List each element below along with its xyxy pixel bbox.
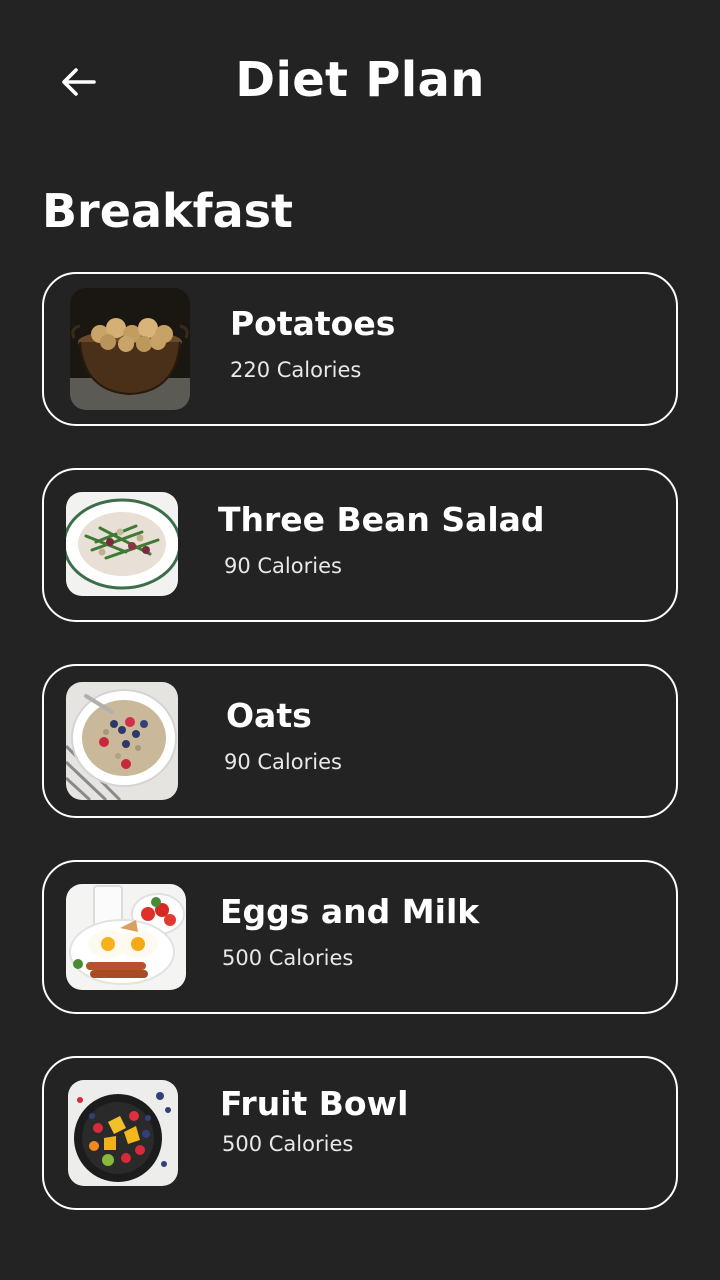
meal-calories: 90 Calories — [224, 554, 342, 578]
meal-card-oats[interactable]: Oats 90 Calories — [42, 664, 678, 818]
potatoes-photo — [70, 288, 190, 410]
meal-calories: 90 Calories — [224, 750, 342, 774]
meal-calories: 500 Calories — [222, 1132, 354, 1156]
meal-card-fruit-bowl[interactable]: Fruit Bowl 500 Calories — [42, 1056, 678, 1210]
meal-name: Three Bean Salad — [218, 500, 545, 539]
meal-name: Oats — [226, 696, 312, 735]
meal-card-eggs-and-milk[interactable]: Eggs and Milk 500 Calories — [42, 860, 678, 1014]
three-bean-salad-photo — [66, 492, 178, 596]
meal-card-three-bean-salad[interactable]: Three Bean Salad 90 Calories — [42, 468, 678, 622]
page-title: Diet Plan — [235, 52, 485, 108]
meal-name: Potatoes — [230, 304, 396, 343]
meal-name: Eggs and Milk — [220, 892, 480, 931]
eggs-and-milk-photo — [66, 884, 186, 990]
meal-calories: 500 Calories — [222, 946, 354, 970]
meal-name: Fruit Bowl — [220, 1084, 409, 1123]
meal-list: Potatoes 220 Calories Three Bean Salad 9… — [42, 272, 678, 1252]
oats-photo — [66, 682, 178, 800]
diet-plan-screen: Diet Plan Breakfast Potatoes 220 Calorie… — [0, 0, 720, 1280]
section-title-breakfast: Breakfast — [42, 184, 294, 238]
meal-calories: 220 Calories — [230, 358, 362, 382]
fruit-bowl-photo — [68, 1080, 178, 1186]
meal-card-potatoes[interactable]: Potatoes 220 Calories — [42, 272, 678, 426]
